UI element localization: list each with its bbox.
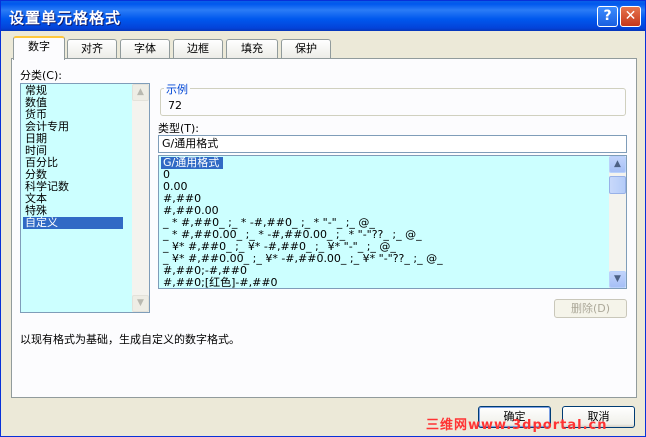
tab-protection[interactable]: 保护 [281, 39, 331, 59]
scroll-thumb[interactable] [609, 176, 626, 194]
type-label: 类型(T): [158, 122, 200, 135]
sample-group [160, 88, 626, 116]
type-item[interactable]: #,##0;[红色]-#,##0 [161, 277, 280, 289]
tab-number[interactable]: 数字 [13, 36, 65, 60]
scroll-down-icon[interactable]: ▼ [132, 295, 149, 312]
type-list[interactable]: G/通用格式 0 0.00 #,##0 #,##0.00 _ * #,##0_ … [158, 155, 627, 289]
dialog-title: 设置单元格格式 [9, 9, 122, 27]
type-scrollbar[interactable]: ▲ ▼ [609, 156, 626, 288]
delete-button[interactable]: 删除(D) [554, 299, 627, 318]
sample-value: 72 [168, 99, 182, 112]
tab-alignment[interactable]: 对齐 [67, 39, 117, 59]
type-input[interactable]: G/通用格式 [158, 135, 627, 153]
tab-fill[interactable]: 填充 [226, 39, 278, 59]
category-scrollbar[interactable]: ▲ ▼ [132, 84, 149, 312]
scroll-down-icon[interactable]: ▼ [609, 271, 626, 288]
tab-font[interactable]: 字体 [120, 39, 170, 59]
title-bar[interactable]: 设置单元格格式 ? ✕ [1, 1, 645, 31]
format-cells-dialog: 设置单元格格式 ? ✕ 数字 对齐 字体 边框 填充 保护 分类(C): 常规 … [0, 0, 646, 437]
help-button[interactable]: ? [597, 6, 618, 27]
sample-label: 示例 [164, 81, 190, 97]
category-label: 分类(C): [20, 69, 62, 82]
description-text: 以现有格式为基础，生成自定义的数字格式。 [20, 333, 240, 346]
type-item-selected[interactable]: G/通用格式 [161, 157, 223, 169]
category-item-selected[interactable]: 自定义 [23, 217, 123, 229]
category-list[interactable]: 常规 数值 货币 会计专用 日期 时间 百分比 分数 科学记数 文本 特殊 自定… [20, 83, 150, 313]
watermark: 三维网www.3dportal.cn [426, 418, 608, 433]
close-button[interactable]: ✕ [620, 6, 641, 27]
number-tab-panel: 分类(C): 常规 数值 货币 会计专用 日期 时间 百分比 分数 科学记数 文… [11, 58, 637, 398]
tab-border[interactable]: 边框 [173, 39, 223, 59]
scroll-up-icon[interactable]: ▲ [132, 84, 149, 101]
scroll-up-icon[interactable]: ▲ [609, 156, 626, 173]
